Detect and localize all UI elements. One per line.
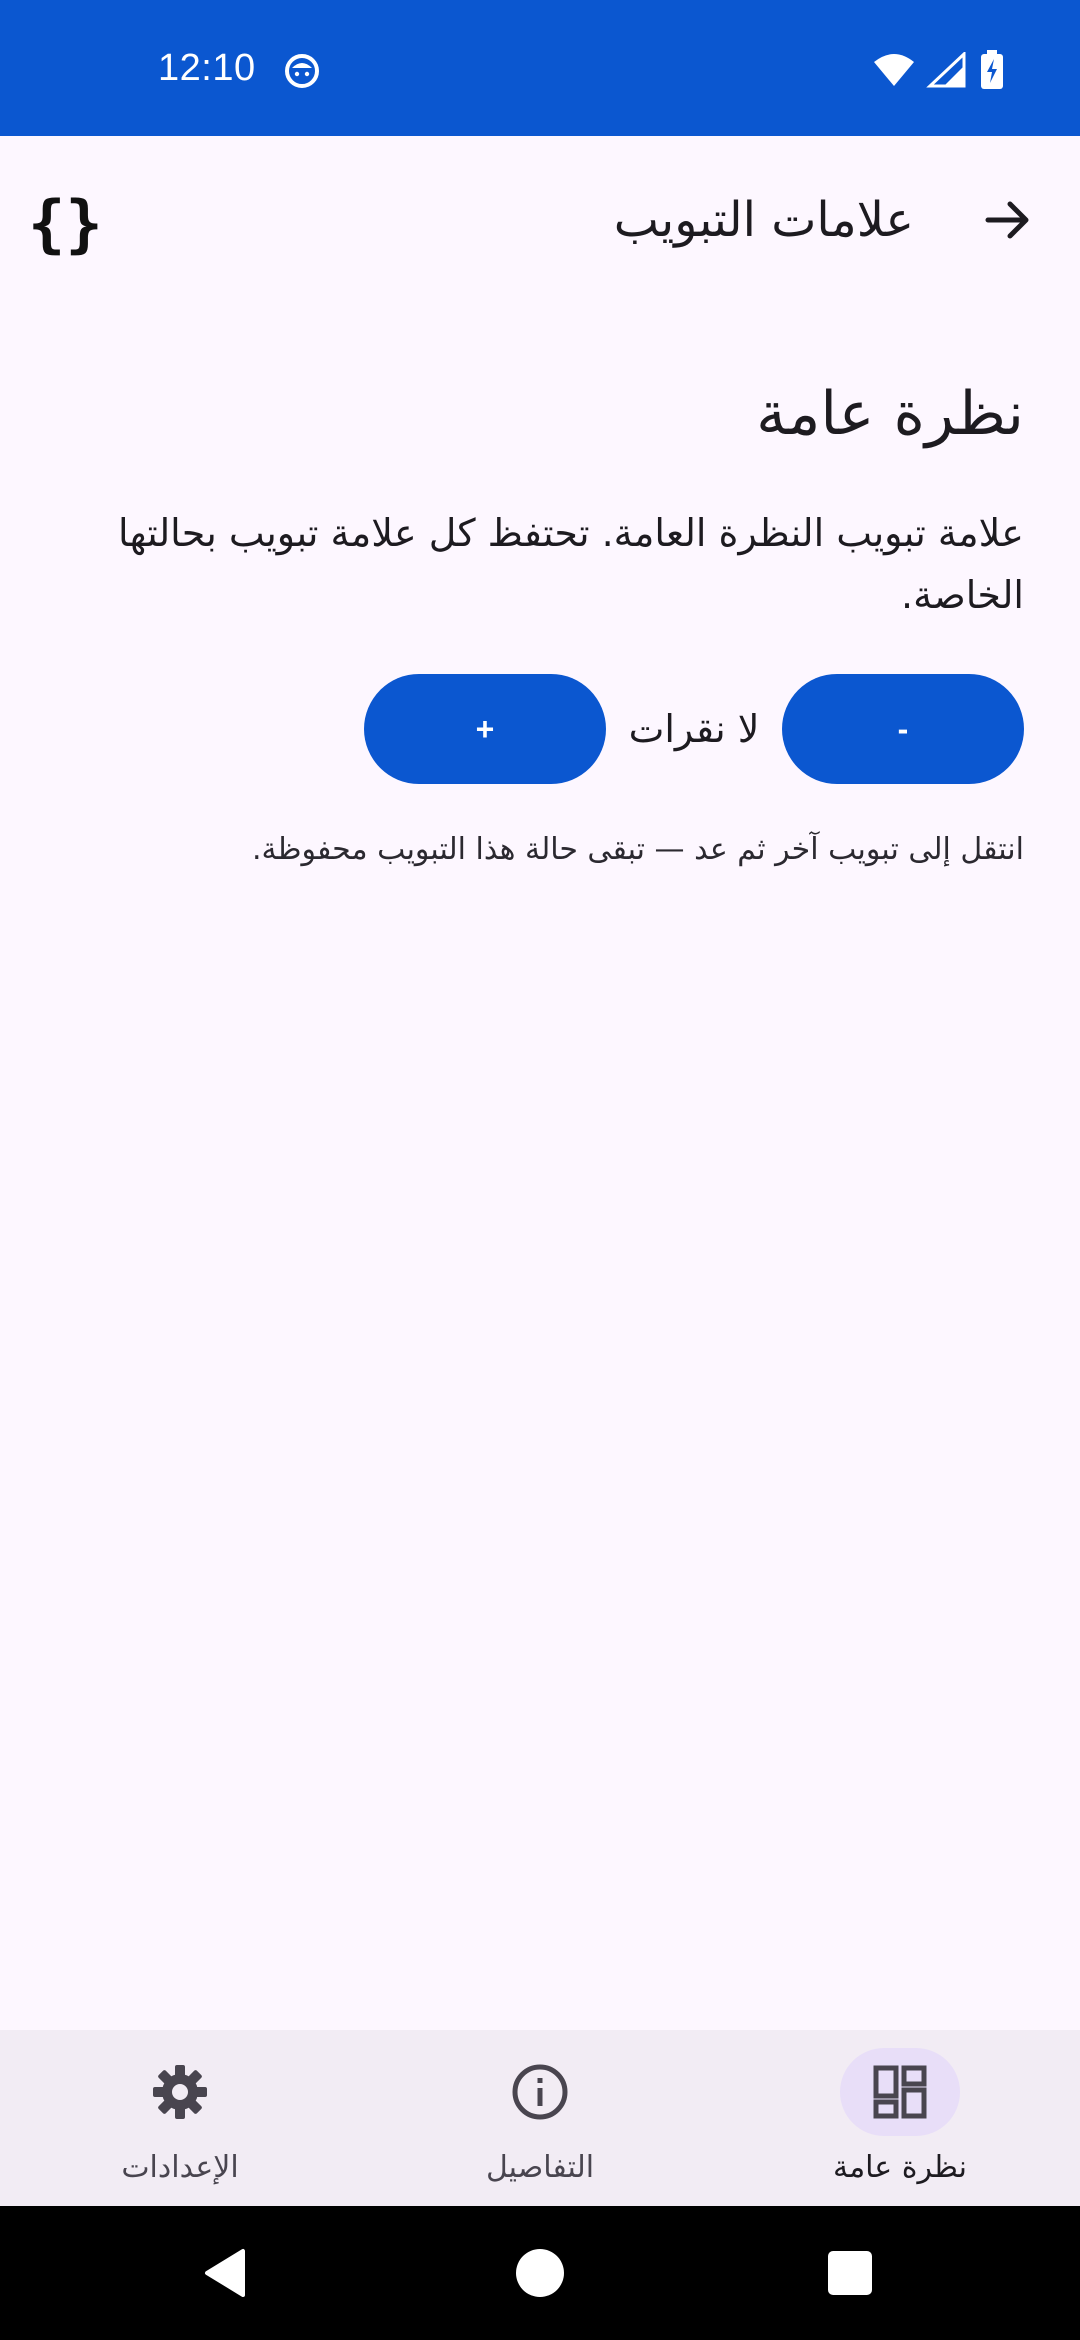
hint-text: انتقل إلى تبويب آخر ثم عد — تبقى حالة هذ…	[251, 832, 1024, 867]
page-heading: نظرة عامة	[756, 379, 1024, 449]
info-icon	[512, 2064, 568, 2120]
dashboard-icon	[873, 2065, 927, 2119]
home-circle-icon	[516, 2249, 564, 2297]
wifi-icon	[874, 54, 914, 86]
status-time: 12:10	[158, 47, 256, 89]
counter-row: - لا نقرات +	[64, 674, 1024, 784]
system-home-button[interactable]	[497, 2230, 583, 2316]
bottom-navigation: نظرة عامة التفاصيل الإعدادات	[0, 2030, 1080, 2206]
nav-item-settings[interactable]: الإعدادات	[0, 2030, 360, 2206]
back-triangle-icon	[205, 2249, 245, 2297]
braces-icon[interactable]: {}	[28, 184, 128, 264]
nav-label-settings: الإعدادات	[121, 2150, 239, 2185]
top-app-bar: {} علامات التبويب	[0, 136, 1080, 312]
recents-square-icon	[828, 2251, 872, 2295]
nav-item-details[interactable]: التفاصيل	[360, 2030, 720, 2206]
battery-icon	[981, 50, 1003, 89]
counter-value: لا نقرات	[628, 707, 760, 751]
increment-button[interactable]: +	[364, 674, 606, 784]
nav-label-details: التفاصيل	[485, 2150, 595, 2185]
gear-icon	[153, 2065, 207, 2119]
status-bar: 12:10	[0, 0, 1080, 136]
system-navigation-bar	[0, 2206, 1080, 2340]
page-description: علامة تبويب النظرة العامة. تحتفظ كل علام…	[118, 511, 1024, 617]
cell-signal-icon	[926, 52, 966, 88]
system-recents-button[interactable]	[807, 2230, 893, 2316]
system-back-button[interactable]	[184, 2230, 270, 2316]
app-title: علامات التبويب	[613, 192, 914, 248]
arrow-right-icon	[985, 201, 1029, 239]
nav-label-overview: نظرة عامة	[833, 2150, 967, 2185]
nav-item-overview[interactable]: نظرة عامة	[720, 2030, 1080, 2206]
decrement-button[interactable]: -	[782, 674, 1024, 784]
back-button[interactable]	[960, 172, 1056, 268]
assistant-status-icon	[285, 54, 319, 88]
